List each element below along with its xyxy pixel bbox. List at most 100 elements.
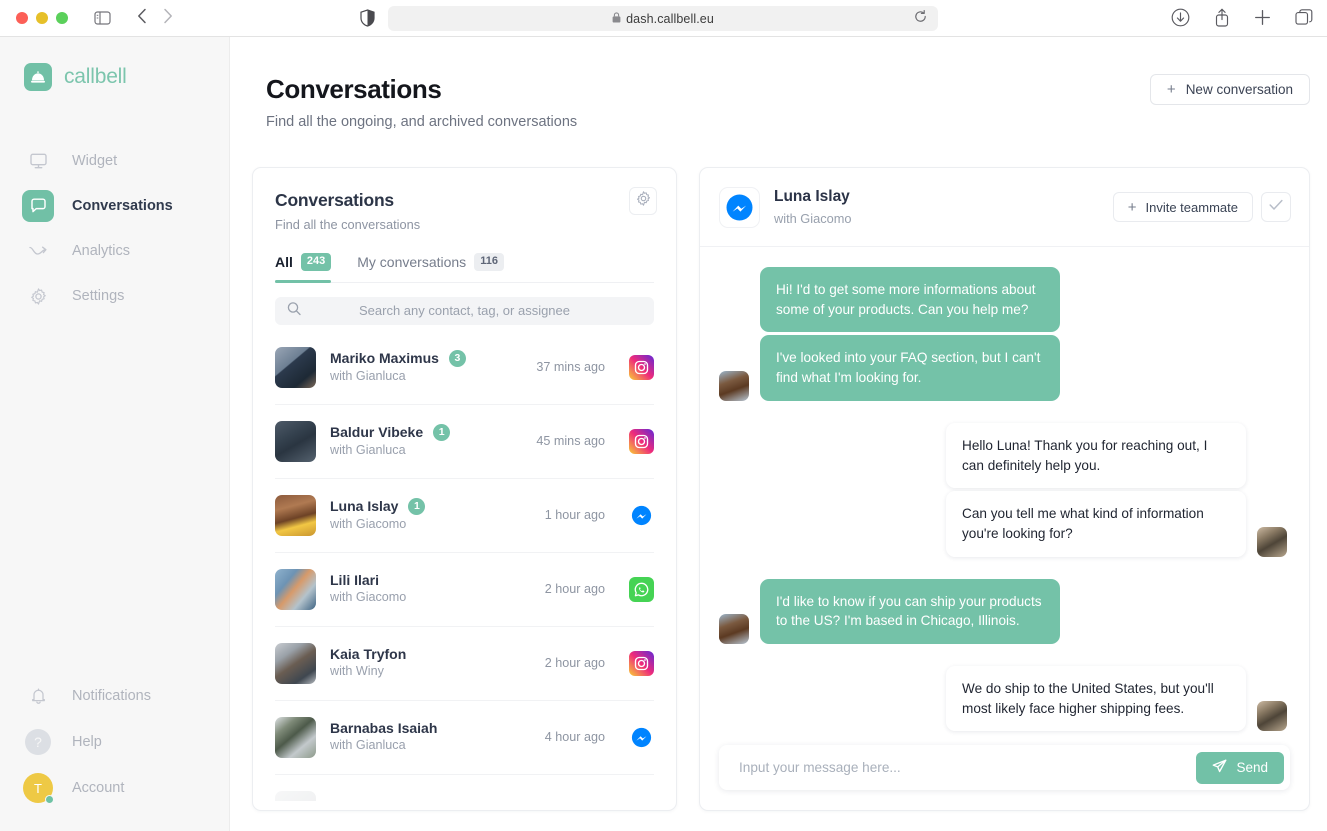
list-item[interactable]: Barnabas Isaiah with Gianluca 4 hour ago: [275, 701, 654, 775]
chat-assignee: with Giacomo: [774, 211, 852, 226]
message-bubble: We do ship to the United States, but you…: [946, 666, 1246, 732]
whatsapp-icon: [629, 576, 654, 602]
contact-name: Baldur Vibeke: [330, 424, 424, 441]
search-box[interactable]: [275, 296, 654, 325]
messenger-icon: [629, 502, 654, 528]
contact-name: Kaia Tryfon: [330, 646, 407, 663]
downloads-icon[interactable]: [1171, 8, 1190, 32]
back-arrow-icon[interactable]: [137, 8, 147, 29]
chat-header: Luna Islay with Giacomo + Invite teammat…: [700, 168, 1309, 247]
shield-icon[interactable]: [360, 9, 375, 32]
sidebar-item-analytics[interactable]: Analytics: [0, 234, 229, 268]
avatar: [275, 791, 316, 801]
search-icon: [287, 301, 301, 320]
window-controls[interactable]: [16, 12, 68, 24]
contact-name: Mariko Maximus: [330, 350, 439, 367]
invite-teammate-button[interactable]: + Invite teammate: [1112, 192, 1253, 222]
address-bar[interactable]: dash.callbell.eu: [388, 6, 938, 31]
unread-badge: 1: [408, 497, 426, 515]
assignee-label: with Gianluca: [330, 442, 406, 457]
gear-icon: [22, 280, 54, 312]
send-button[interactable]: Send: [1196, 751, 1284, 784]
conversations-settings-button[interactable]: [629, 187, 657, 215]
contact-name: Luna Islay: [330, 498, 399, 515]
message-composer: Send: [700, 745, 1309, 810]
message-group-incoming: I'd like to know if you can ship your pr…: [719, 578, 1287, 645]
brand-logo[interactable]: callbell: [0, 37, 229, 91]
message-input[interactable]: [739, 760, 1197, 775]
minimize-window-button[interactable]: [36, 12, 48, 24]
message-bubble: I'd like to know if you can ship your pr…: [760, 578, 1060, 645]
question-mark-icon: ?: [22, 726, 54, 758]
message-group-outgoing: We do ship to the United States, but you…: [719, 666, 1287, 732]
message-group-incoming: Hi! I'd to get some more informations ab…: [719, 267, 1287, 401]
sidebar-item-label: Notifications: [72, 688, 151, 704]
online-status-dot: [45, 795, 54, 804]
list-item[interactable]: Baldur Vibeke 1 with Gianluca 45 mins ag…: [275, 405, 654, 479]
timestamp: 45 mins ago: [536, 434, 605, 449]
sidebar-item-notifications[interactable]: Notifications: [0, 679, 230, 713]
list-item[interactable]: Luna Islay 1 with Giacomo 1 hour ago: [275, 479, 654, 553]
chat-panel: Luna Islay with Giacomo + Invite teammat…: [699, 167, 1310, 811]
message-bubble: Hello Luna! Thank you for reaching out, …: [946, 422, 1246, 489]
reload-icon[interactable]: [914, 9, 927, 28]
instagram-icon: [629, 650, 654, 676]
search-input[interactable]: [275, 303, 654, 319]
chat-contact-name: Luna Islay: [774, 188, 850, 205]
bell-icon: [22, 680, 54, 712]
tab-label: My conversations: [357, 253, 467, 270]
avatar: T: [22, 772, 54, 804]
sidebar-item-label: Settings: [72, 288, 125, 304]
avatar: [275, 642, 316, 684]
forward-arrow-icon[interactable]: [163, 8, 173, 29]
sidebar-item-account[interactable]: T Account: [0, 771, 230, 805]
resolve-conversation-button[interactable]: [1261, 192, 1291, 222]
conversation-list[interactable]: Mariko Maximus 3 with Gianluca 37 mins a…: [253, 331, 676, 801]
timestamp: 1 hour ago: [544, 508, 605, 523]
send-label: Send: [1236, 760, 1268, 775]
unread-badge: 1: [433, 423, 451, 441]
close-window-button[interactable]: [16, 12, 28, 24]
sidebar-item-settings[interactable]: Settings: [0, 279, 229, 313]
avatar: [719, 370, 749, 401]
sidebar-item-label: Analytics: [72, 243, 131, 259]
message-bubble: I've looked into your FAQ section, but I…: [760, 335, 1060, 401]
plus-icon: +: [1166, 81, 1176, 98]
url-text: dash.callbell.eu: [626, 11, 714, 26]
share-icon[interactable]: [1214, 8, 1230, 32]
timestamp: 2 hour ago: [544, 656, 605, 671]
tab-count-badge: 243: [300, 253, 332, 271]
list-item[interactable]: Kaia Tryfon with Winy 2 hour ago: [275, 627, 654, 701]
tab-overview-icon[interactable]: [1295, 9, 1313, 31]
send-icon: [1212, 759, 1227, 777]
assignee-label: with Giacomo: [330, 516, 407, 531]
avatar: [275, 568, 316, 610]
message-thread[interactable]: Hi! I'd to get some more informations ab…: [700, 247, 1309, 745]
sidebar-item-conversations[interactable]: Conversations: [0, 189, 229, 223]
maximize-window-button[interactable]: [56, 12, 68, 24]
left-sidebar: callbell Widget Conversations Analytics …: [0, 37, 230, 831]
assignee-label: with Gianluca: [330, 738, 406, 753]
list-item[interactable]: Mariko Maximus 3 with Gianluca 37 mins a…: [275, 331, 654, 405]
sidebar-item-label: Help: [72, 734, 102, 750]
tab-my-conversations[interactable]: My conversations 116: [357, 253, 504, 282]
sidebar-toggle-icon[interactable]: [94, 11, 111, 25]
messenger-icon: [629, 724, 654, 750]
list-item[interactable]: [275, 775, 654, 801]
contact-name: Barnabas Isaiah: [330, 720, 438, 737]
avatar: [275, 716, 316, 758]
sidebar-item-help[interactable]: ? Help: [0, 725, 230, 759]
unread-badge: 3: [448, 349, 466, 367]
monitor-icon: [22, 145, 54, 177]
avatar-initial: T: [34, 780, 42, 796]
new-conversation-button[interactable]: + New conversation: [1149, 74, 1310, 105]
brand-name: callbell: [64, 65, 127, 88]
browser-toolbar: dash.callbell.eu: [0, 0, 1327, 37]
trend-down-icon: [22, 235, 54, 267]
sidebar-footer-nav: Notifications ? Help T Account: [0, 679, 230, 817]
sidebar-item-widget[interactable]: Widget: [0, 144, 229, 178]
new-tab-icon[interactable]: [1254, 9, 1271, 31]
tab-all[interactable]: All 243: [275, 253, 332, 283]
tab-label: All: [275, 253, 293, 270]
list-item[interactable]: Lili Ilari with Giacomo 2 hour ago: [275, 553, 654, 627]
